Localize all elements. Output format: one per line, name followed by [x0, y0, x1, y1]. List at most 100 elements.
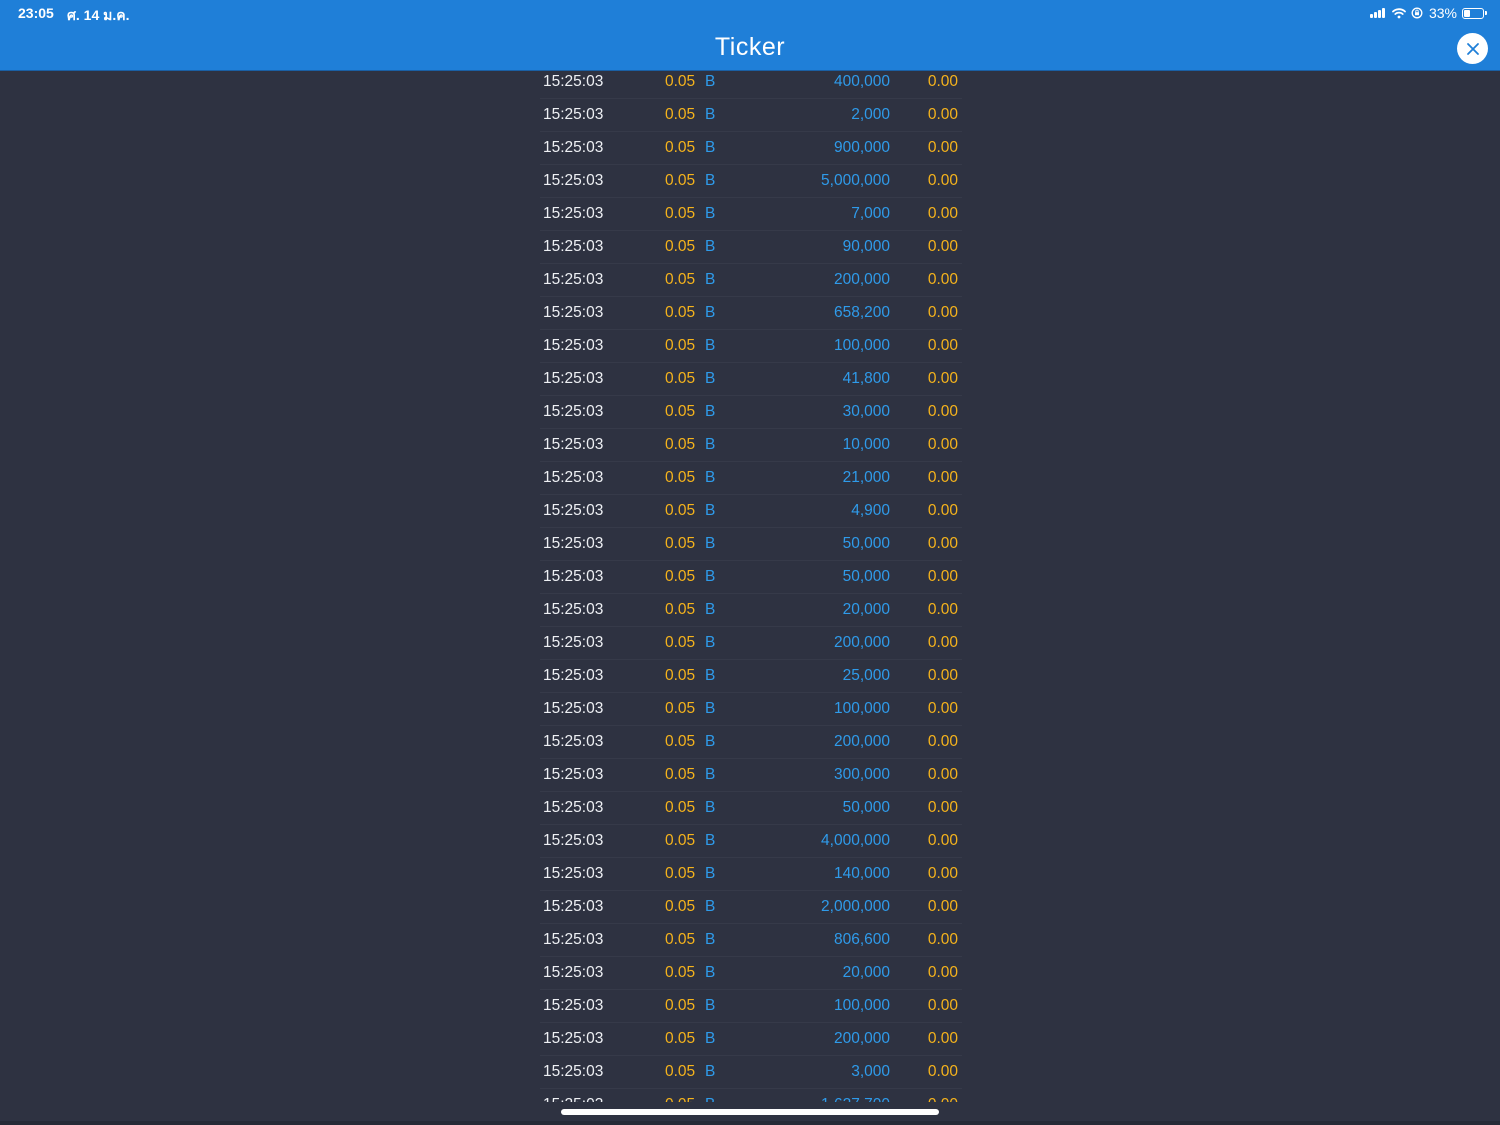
ticker-row: 15:25:03 0.05 B 4,900 0.00: [540, 495, 962, 528]
trade-volume: 50,000: [842, 535, 890, 552]
status-time: 23:05: [18, 5, 54, 21]
trade-volume: 21,000: [842, 469, 890, 486]
price-change: 0.00: [927, 172, 958, 189]
trade-price: 0.05: [665, 634, 696, 651]
trade-volume: 5,000,000: [821, 172, 890, 189]
trade-time: 15:25:03: [543, 733, 604, 750]
trade-time: 15:25:03: [543, 964, 604, 981]
trade-time: 15:25:03: [543, 271, 604, 288]
trade-volume: 200,000: [833, 733, 890, 750]
trade-time: 15:25:03: [543, 634, 604, 651]
trade-volume: 2,000,000: [821, 898, 890, 915]
trade-side: B: [705, 502, 716, 519]
trade-side: B: [705, 304, 716, 321]
price-change: 0.00: [927, 865, 958, 882]
trade-side: B: [705, 667, 716, 684]
trade-volume: 41,800: [842, 370, 890, 387]
trade-price: 0.05: [665, 304, 696, 321]
ticker-row: 15:25:03 0.05 B 3,000 0.00: [540, 1056, 962, 1089]
trade-price: 0.05: [665, 238, 696, 255]
trade-time: 15:25:03: [543, 898, 604, 915]
price-change: 0.00: [927, 469, 958, 486]
bottom-edge: [0, 1121, 1500, 1125]
ticker-row: 15:25:03 0.05 B 20,000 0.00: [540, 594, 962, 627]
trade-time: 15:25:03: [543, 205, 604, 222]
trade-side: B: [705, 931, 716, 948]
trade-price: 0.05: [665, 403, 696, 420]
trade-time: 15:25:03: [543, 73, 604, 90]
close-button[interactable]: [1457, 33, 1488, 64]
trade-side: B: [705, 73, 716, 90]
battery-level-fill: [1464, 9, 1470, 17]
trade-price: 0.05: [665, 898, 696, 915]
trade-time: 15:25:03: [543, 1096, 603, 1102]
trade-time: 15:25:03: [543, 997, 604, 1014]
trade-side: B: [705, 238, 716, 255]
price-change: 0.00: [927, 997, 958, 1014]
trade-side: B: [705, 601, 716, 618]
trade-price: 0.05: [665, 502, 696, 519]
price-change: 0.00: [927, 139, 958, 156]
trade-side: B: [705, 436, 716, 453]
trade-volume: 20,000: [842, 601, 890, 618]
trade-time: 15:25:03: [543, 832, 604, 849]
trade-time: 15:25:03: [543, 172, 604, 189]
trade-time: 15:25:03: [543, 403, 604, 420]
price-change: 0.00: [927, 799, 958, 816]
price-change: 0.00: [927, 1063, 958, 1080]
trade-side: B: [705, 1096, 715, 1102]
ticker-row: 15:25:03 0.05 B 300,000 0.00: [540, 759, 962, 792]
price-change: 0.00: [927, 733, 958, 750]
ticker-list[interactable]: 15:25:03 0.05 B 400,000 0.00 15:25:03 0.05 B 2,0…: [540, 66, 962, 1102]
ticker-row: 15:25:03 0.05 B 90,000 0.00: [540, 231, 962, 264]
trade-volume: 4,900: [851, 502, 890, 519]
price-change: 0.00: [927, 304, 958, 321]
trade-side: B: [705, 865, 716, 882]
trade-time: 15:25:03: [543, 667, 604, 684]
trade-price: 0.05: [665, 799, 696, 816]
trade-price: 0.05: [665, 667, 696, 684]
trade-side: B: [705, 568, 716, 585]
wifi-icon: [1392, 8, 1406, 19]
price-change: 0.00: [927, 1030, 958, 1047]
trade-volume: 50,000: [842, 799, 890, 816]
price-change: 0.00: [927, 832, 958, 849]
ticker-row: 15:25:03 0.05 B 400,000 0.00: [540, 66, 962, 99]
trade-time: 15:25:03: [543, 436, 604, 453]
trade-side: B: [705, 370, 716, 387]
trade-price: 0.05: [665, 733, 696, 750]
trade-volume: 25,000: [842, 667, 890, 684]
price-change: 0.00: [927, 568, 958, 585]
trade-price: 0.05: [665, 139, 696, 156]
trade-time: 15:25:03: [543, 601, 604, 618]
trade-side: B: [705, 271, 716, 288]
trade-volume: 1,627,700: [821, 1096, 890, 1102]
trade-side: B: [705, 403, 716, 420]
trade-price: 0.05: [665, 766, 696, 783]
price-change: 0.00: [927, 700, 958, 717]
price-change: 0.00: [927, 73, 958, 90]
home-indicator[interactable]: [561, 1109, 939, 1115]
trade-volume: 900,000: [833, 139, 890, 156]
trade-side: B: [705, 799, 716, 816]
trade-volume: 90,000: [842, 238, 890, 255]
trade-volume: 30,000: [842, 403, 890, 420]
ticker-row: 15:25:03 0.05 B 100,000 0.00: [540, 330, 962, 363]
trade-price: 0.05: [665, 205, 696, 222]
trade-volume: 100,000: [833, 700, 890, 717]
trade-price: 0.05: [665, 337, 696, 354]
trade-side: B: [705, 469, 716, 486]
ticker-row: 15:25:03 0.05 B 50,000 0.00: [540, 561, 962, 594]
ticker-row: 15:25:03 0.05 B 100,000 0.00: [540, 693, 962, 726]
signal-icon: [1369, 8, 1386, 18]
trade-price: 0.05: [665, 271, 696, 288]
ticker-row: 15:25:03 0.05 B 200,000 0.00: [540, 264, 962, 297]
trade-price: 0.05: [665, 1063, 696, 1080]
trade-side: B: [705, 634, 716, 651]
trade-price: 0.05: [665, 601, 696, 618]
trade-price: 0.05: [665, 436, 696, 453]
ticker-row: 15:25:03 0.05 B 200,000 0.00: [540, 627, 962, 660]
trade-volume: 50,000: [842, 568, 890, 585]
trade-volume: 10,000: [842, 436, 890, 453]
trade-time: 15:25:03: [543, 766, 604, 783]
